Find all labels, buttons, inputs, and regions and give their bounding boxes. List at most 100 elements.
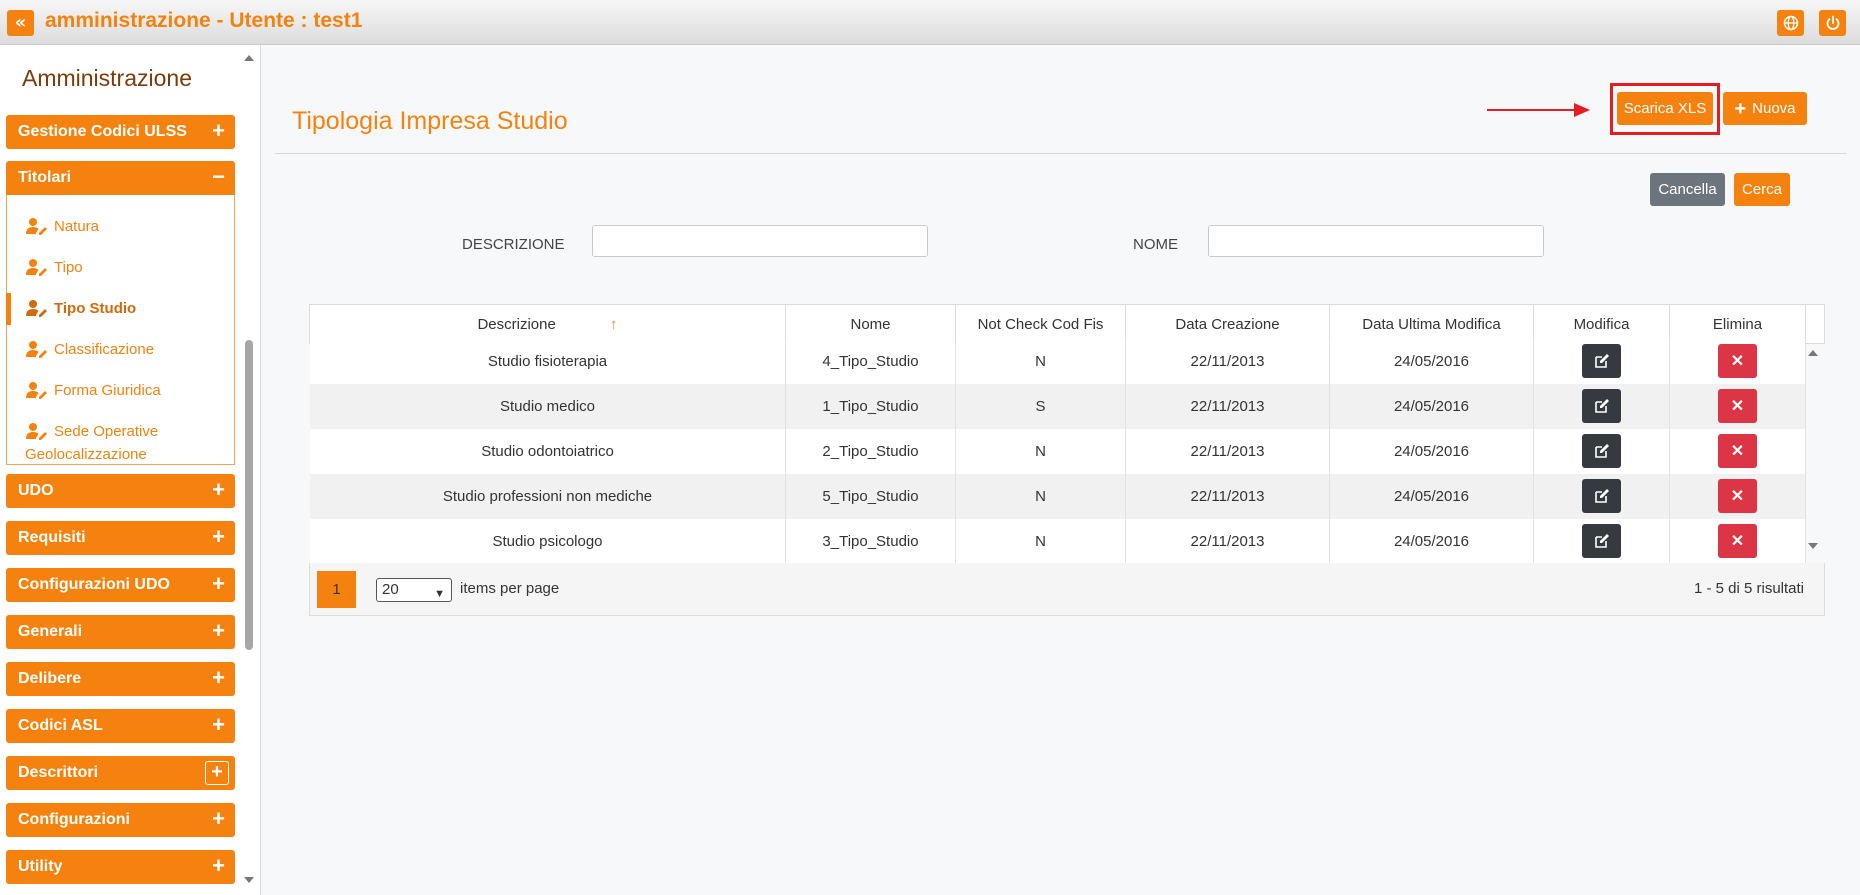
cell-data-creazione: 22/11/2013 — [1126, 519, 1330, 564]
globe-icon — [1783, 15, 1798, 31]
cell-not-check-cod-fis: N — [956, 474, 1126, 519]
app-title: amministrazione - Utente : test1 — [45, 9, 363, 32]
cell-elimina: ✕ — [1670, 474, 1806, 519]
descrizione-input[interactable] — [592, 225, 928, 257]
sidebar-section-label: Gestione Codici ULSS — [18, 123, 187, 140]
cerca-button[interactable]: Cerca — [1734, 173, 1790, 206]
cell-nome: 3_Tipo_Studio — [786, 519, 956, 564]
sidebar-item-sede-operative[interactable]: Sede Operative Geolocalizzazione — [7, 422, 236, 463]
sidebar-section-utility[interactable]: Utility + — [6, 850, 235, 884]
sidebar-item-label: Classificazione — [54, 341, 155, 358]
user-edit-icon — [26, 382, 47, 399]
cell-modifica — [1534, 339, 1670, 384]
nome-label: NOME — [1133, 236, 1178, 253]
sidebar-item-label-line2: Geolocalizzazione — [25, 446, 147, 463]
pagination-bar: 1 20 ▼ items per page 1 - 5 di 5 risulta… — [309, 563, 1825, 616]
table-scroll-down-icon[interactable] — [1808, 543, 1818, 549]
sidebar-item-label: Tipo — [54, 259, 83, 276]
sidebar-section-requisiti[interactable]: Requisiti + — [6, 521, 235, 555]
sidebar-section-label: Delibere — [18, 670, 82, 687]
double-chevron-left-icon: « — [14, 12, 27, 33]
cancella-button[interactable]: Cancella — [1650, 173, 1725, 206]
cell-modifica — [1534, 519, 1670, 564]
cell-descrizione: Studio professioni non mediche — [310, 474, 786, 519]
items-per-page-select[interactable]: 20 ▼ — [376, 578, 452, 602]
cell-data-ultima-modifica: 24/05/2016 — [1330, 429, 1534, 474]
logout-button[interactable] — [1819, 10, 1846, 36]
cell-data-ultima-modifica: 24/05/2016 — [1330, 339, 1534, 384]
cell-nome: 5_Tipo_Studio — [786, 474, 956, 519]
cell-descrizione: Studio psicologo — [310, 519, 786, 564]
plus-icon: + — [212, 665, 225, 690]
edit-button[interactable] — [1582, 389, 1621, 423]
page-1-button[interactable]: 1 — [317, 571, 356, 608]
scrollbar-thumb[interactable] — [245, 340, 253, 650]
sidebar-scrollbar[interactable] — [242, 45, 256, 895]
close-icon: ✕ — [1730, 352, 1745, 370]
edit-button[interactable] — [1582, 479, 1621, 513]
edit-button[interactable] — [1582, 344, 1621, 378]
edit-icon — [1594, 534, 1609, 548]
cell-elimina: ✕ — [1670, 384, 1806, 429]
main-content: Tipologia Impresa Studio Scarica XLS + N… — [261, 45, 1860, 895]
cell-data-creazione: 22/11/2013 — [1126, 339, 1330, 384]
sidebar-section-udo[interactable]: UDO + — [6, 474, 235, 508]
edit-button[interactable] — [1582, 524, 1621, 558]
scroll-down-arrow-icon[interactable] — [244, 877, 254, 883]
sidebar-section-gestione-codici-ulss[interactable]: Gestione Codici ULSS + — [6, 115, 235, 149]
sidebar-item-label: Tipo Studio — [54, 300, 137, 317]
edit-icon — [1594, 444, 1609, 458]
cell-descrizione: Studio medico — [310, 384, 786, 429]
plus-icon: + — [212, 571, 225, 596]
user-edit-icon — [26, 423, 47, 440]
collapse-sidebar-button[interactable]: « — [7, 10, 34, 36]
table-row: Studio medico 1_Tipo_Studio S 22/11/2013… — [310, 384, 1806, 429]
sidebar-section-descrittori[interactable]: Descrittori + — [6, 756, 235, 790]
minus-icon: − — [212, 164, 225, 189]
sidebar-section-label: UDO — [18, 482, 54, 499]
annotation-arrow — [1487, 109, 1577, 111]
scarica-xls-button[interactable]: Scarica XLS — [1617, 92, 1713, 125]
cell-nome: 4_Tipo_Studio — [786, 339, 956, 384]
sidebar-section-label: Requisiti — [18, 529, 86, 546]
page-title: Tipologia Impresa Studio — [292, 107, 568, 135]
delete-button[interactable]: ✕ — [1718, 389, 1757, 423]
delete-button[interactable]: ✕ — [1718, 344, 1757, 378]
nome-input[interactable] — [1208, 225, 1544, 257]
close-icon: ✕ — [1730, 532, 1745, 550]
delete-button[interactable]: ✕ — [1718, 479, 1757, 513]
user-edit-icon — [26, 259, 47, 276]
nuova-button[interactable]: + Nuova — [1723, 92, 1807, 125]
cell-data-ultima-modifica: 24/05/2016 — [1330, 384, 1534, 429]
delete-button[interactable]: ✕ — [1718, 434, 1757, 468]
sidebar-section-label: Titolari — [18, 169, 72, 186]
user-edit-icon — [26, 300, 47, 317]
sidebar: Amministrazione Gestione Codici ULSS + T… — [0, 45, 261, 895]
cell-elimina: ✕ — [1670, 339, 1806, 384]
sidebar-title: Amministrazione — [22, 65, 192, 91]
sidebar-item-label: Forma Giuridica — [54, 382, 161, 399]
table-row: Studio fisioterapia 4_Tipo_Studio N 22/1… — [310, 339, 1806, 384]
cancella-label: Cancella — [1658, 181, 1717, 198]
edit-button[interactable] — [1582, 434, 1621, 468]
cell-not-check-cod-fis: N — [956, 519, 1126, 564]
table-row: Studio professioni non mediche 5_Tipo_St… — [310, 474, 1806, 519]
table-scroll-up-icon[interactable] — [1808, 350, 1818, 356]
items-per-page-label: items per page — [460, 580, 560, 597]
delete-button[interactable]: ✕ — [1718, 524, 1757, 558]
sidebar-section-delibere[interactable]: Delibere + — [6, 662, 235, 696]
language-button[interactable] — [1777, 10, 1804, 36]
sidebar-section-configurazioni-udo[interactable]: Configurazioni UDO + — [6, 568, 235, 602]
sidebar-section-label: Generali — [18, 623, 83, 640]
cell-elimina: ✕ — [1670, 519, 1806, 564]
sidebar-section-codici-asl[interactable]: Codici ASL + — [6, 709, 235, 743]
plus-icon: + — [1734, 97, 1747, 120]
edit-icon — [1594, 489, 1609, 503]
scroll-up-arrow-icon[interactable] — [244, 55, 254, 61]
items-per-page-value: 20 — [382, 581, 399, 598]
sidebar-section-titolari[interactable]: Titolari − — [6, 161, 235, 195]
sidebar-section-configurazioni[interactable]: Configurazioni + — [6, 803, 235, 837]
cell-not-check-cod-fis: N — [956, 339, 1126, 384]
results-count: 1 - 5 di 5 risultati — [1693, 580, 1804, 597]
sidebar-section-generali[interactable]: Generali + — [6, 615, 235, 649]
